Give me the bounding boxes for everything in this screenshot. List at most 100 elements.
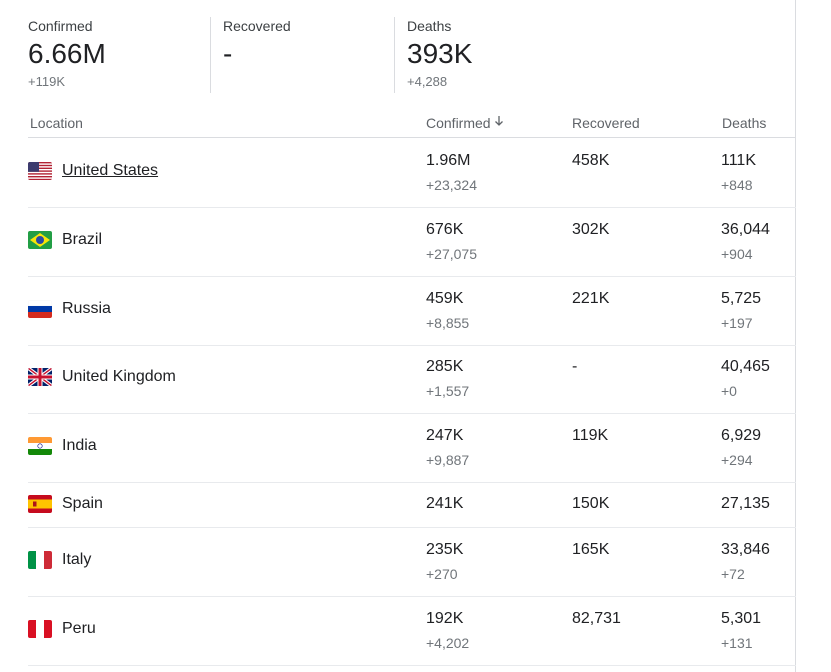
confirmed-delta: +23,324 [426,177,477,193]
deaths-value: 111K [721,152,756,169]
summary-recovered-value: - [223,38,233,69]
table-row[interactable]: Italy 235K +270 165K 33,846 +72 [28,528,796,597]
confirmed-cell: 192K +4,202 [426,609,469,652]
confirmed-delta: +27,075 [426,246,477,262]
summary-deaths: Deaths 393K +4,288 [394,17,567,93]
recovered-cell: 458K [572,151,609,171]
deaths-value: 40,465 [721,358,770,375]
location-cell: Russia [28,300,111,318]
country-link-united-states[interactable]: United States [62,162,158,180]
deaths-delta: +0 [721,383,737,399]
table-row[interactable]: United Kingdom 285K +1,557 - 40,465 +0 [28,346,796,414]
confirmed-cell: 285K +1,557 [426,357,469,400]
deaths-delta: +72 [721,566,745,582]
confirmed-value: 676K [426,221,464,238]
summary-recovered-label: Recovered [223,18,291,34]
flag-pe-icon [28,620,52,638]
flag-es-icon [28,495,52,513]
confirmed-cell: 247K +9,887 [426,426,469,469]
confirmed-value: 247K [426,427,464,444]
deaths-delta: +197 [721,315,753,331]
table-row[interactable]: Peru 192K +4,202 82,731 5,301 +131 [28,597,796,666]
confirmed-cell: 235K +270 [426,540,463,583]
country-name[interactable]: Russia [62,300,111,318]
recovered-value: 119K [572,427,609,444]
confirmed-delta: +9,887 [426,452,470,468]
confirmed-value: 235K [426,541,464,558]
recovered-value: 302K [572,221,610,238]
location-cell: United States [28,162,158,180]
summary-recovered: Recovered - [210,17,394,93]
location-cell: Italy [28,551,91,569]
confirmed-value: 459K [426,290,464,307]
confirmed-delta: +1,557 [426,383,470,399]
header-deaths[interactable]: Deaths [722,114,766,132]
deaths-value: 5,725 [721,290,762,307]
header-recovered[interactable]: Recovered [572,114,640,132]
table-header: Location Confirmed Recovered Deaths [28,106,796,138]
summary-confirmed-delta: +119K [28,74,65,89]
deaths-value: 27,135 [721,495,770,512]
deaths-delta: +131 [721,635,753,651]
deaths-value: 36,044 [721,221,770,238]
summary-stats: Confirmed 6.66M +119K Recovered - Deaths… [28,17,788,93]
summary-deaths-delta: +4,288 [407,74,448,89]
location-cell: India [28,437,97,455]
table-row[interactable]: Spain 241K 150K 27,135 [28,483,796,528]
deaths-cell: 5,725 +197 [721,289,761,332]
deaths-cell: 111K +848 [721,151,756,194]
recovered-value: 82,731 [572,610,621,627]
deaths-cell: 40,465 +0 [721,357,770,400]
country-name[interactable]: Peru [62,620,96,638]
header-confirmed[interactable]: Confirmed [426,114,505,132]
recovered-value: 458K [572,152,610,169]
table-row[interactable]: India 247K +9,887 119K 6,929 +294 [28,414,796,483]
recovered-value: 165K [572,541,610,558]
location-cell: Peru [28,620,96,638]
table-row[interactable]: United States 1.96M +23,324 458K 111K +8… [28,138,796,208]
flag-ru-icon [28,300,52,318]
country-name[interactable]: Brazil [62,231,102,249]
country-name[interactable]: Italy [62,551,91,569]
country-name[interactable]: United Kingdom [62,368,176,386]
deaths-delta: +294 [721,452,753,468]
deaths-value: 5,301 [721,610,762,627]
country-name[interactable]: India [62,437,97,455]
flag-br-icon [28,231,52,249]
recovered-cell: - [572,357,577,377]
header-location[interactable]: Location [30,114,83,132]
deaths-cell: 27,135 [721,494,770,514]
summary-confirmed-value: 6.66M [28,38,106,69]
recovered-value: 150K [572,495,610,512]
confirmed-delta: +270 [426,566,458,582]
recovered-cell: 165K [572,540,609,560]
recovered-value: 221K [572,290,610,307]
deaths-value: 33,846 [721,541,770,558]
table-row[interactable]: Russia 459K +8,855 221K 5,725 +197 [28,277,796,346]
deaths-cell: 36,044 +904 [721,220,770,263]
country-name[interactable]: Spain [62,495,103,513]
recovered-value: - [572,358,578,375]
confirmed-cell: 676K +27,075 [426,220,477,263]
table-row[interactable]: Brazil 676K +27,075 302K 36,044 +904 [28,208,796,277]
deaths-delta: +848 [721,177,753,193]
confirmed-value: 285K [426,358,464,375]
recovered-cell: 221K [572,289,609,309]
deaths-value: 6,929 [721,427,762,444]
confirmed-delta: +4,202 [426,635,470,651]
deaths-cell: 33,846 +72 [721,540,770,583]
confirmed-delta: +8,855 [426,315,470,331]
flag-in-icon [28,437,52,455]
deaths-delta: +904 [721,246,753,262]
confirmed-value: 192K [426,610,464,627]
arrow-down-icon [493,114,505,132]
location-cell: Spain [28,495,103,513]
recovered-cell: 150K [572,494,609,514]
flag-it-icon [28,551,52,569]
recovered-cell: 82,731 [572,609,621,629]
header-confirmed-label: Confirmed [426,115,491,131]
confirmed-cell: 1.96M +23,324 [426,151,477,194]
flag-us-icon [28,162,52,180]
summary-confirmed-label: Confirmed [28,18,93,34]
deaths-cell: 5,301 +131 [721,609,761,652]
